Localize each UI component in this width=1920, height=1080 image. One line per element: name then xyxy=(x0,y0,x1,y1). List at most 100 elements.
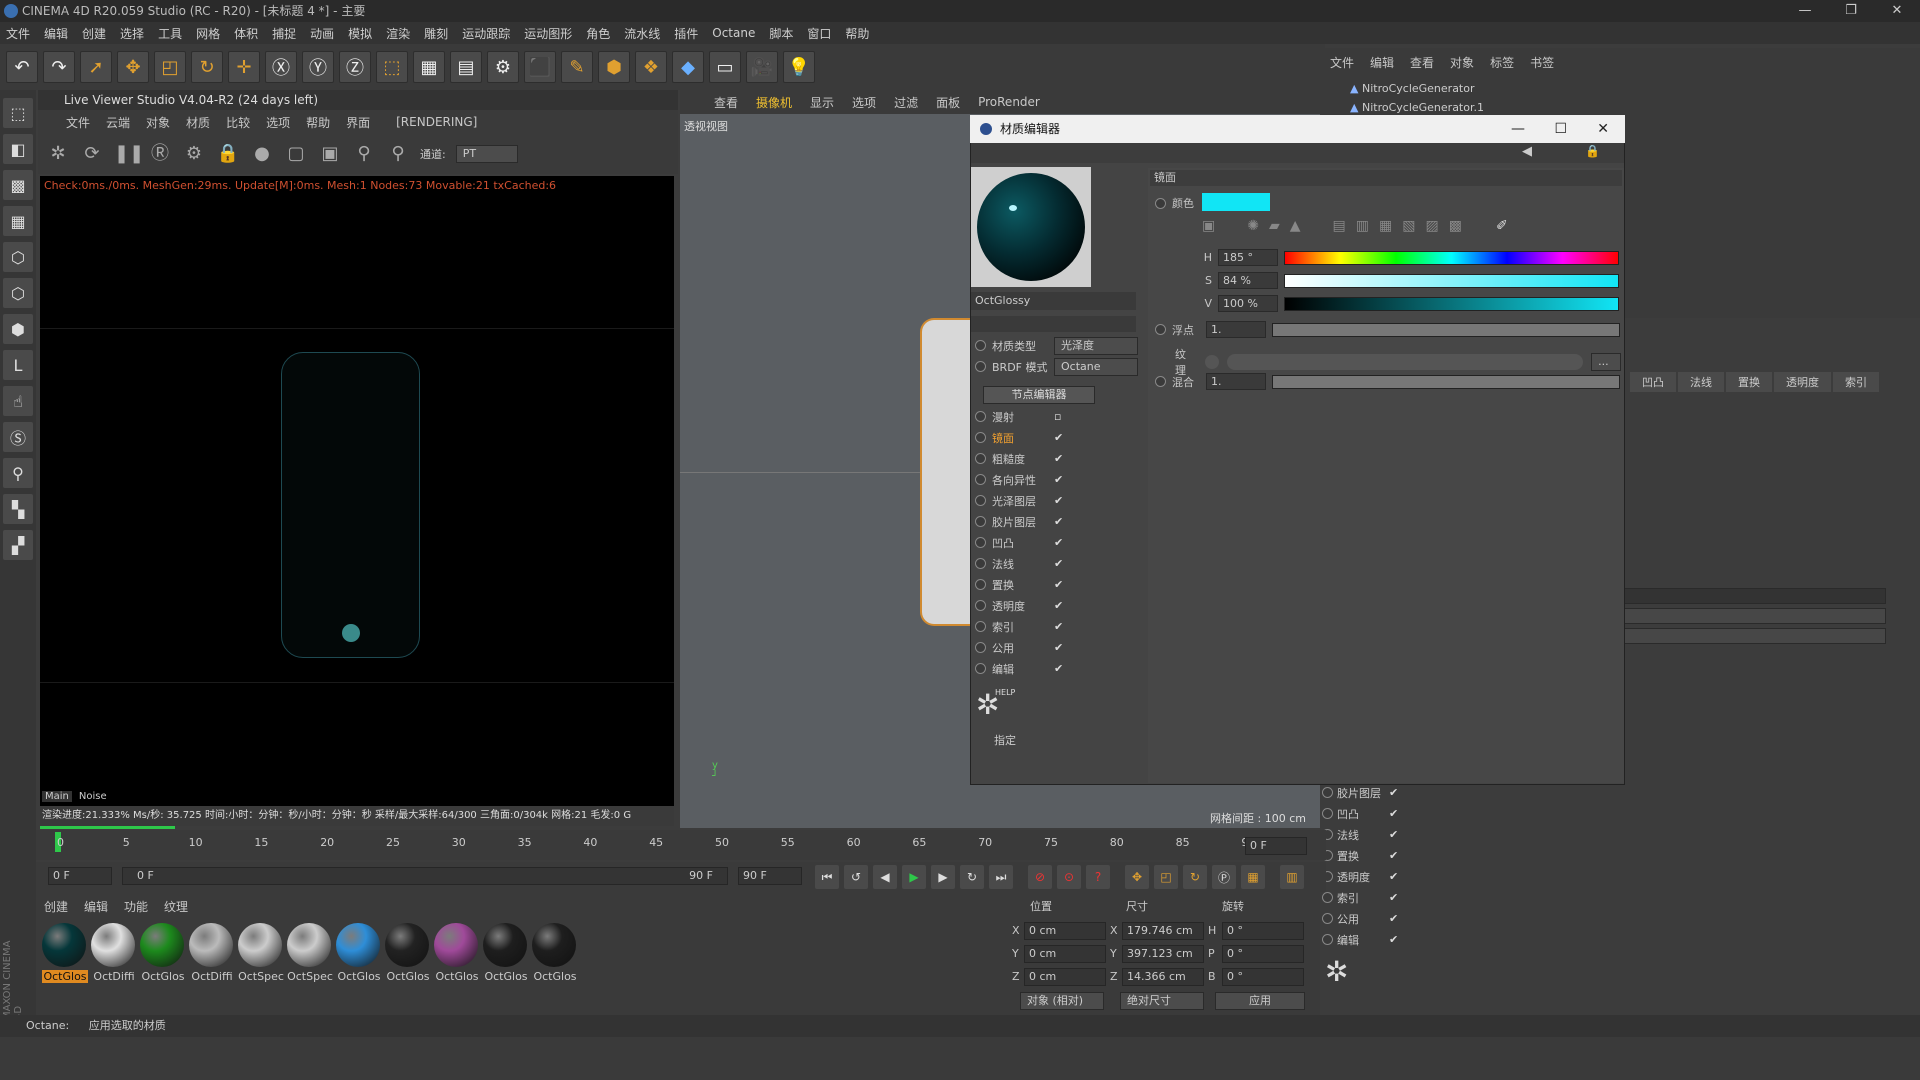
rotate-tool-icon[interactable]: ↻ xyxy=(191,51,223,83)
points-mode-icon[interactable]: ⬡ xyxy=(3,242,33,272)
play-icon[interactable]: ▶ xyxy=(902,865,926,889)
select-tool-icon[interactable]: ➚ xyxy=(80,51,112,83)
dialog-minimize-icon[interactable]: — xyxy=(1511,115,1525,143)
menu-volume[interactable]: 体积 xyxy=(234,25,258,42)
checkmark-icon[interactable]: ✔ xyxy=(1054,578,1066,591)
menu-select[interactable]: 选择 xyxy=(120,25,144,42)
kelvin-icon[interactable]: ▦ xyxy=(1379,218,1392,234)
mm-menu-edit[interactable]: 编辑 xyxy=(84,898,108,915)
radio[interactable] xyxy=(1322,934,1333,945)
autokey-icon[interactable]: ⊙ xyxy=(1057,865,1081,889)
menu-window[interactable]: 窗口 xyxy=(807,25,831,42)
checkmark-icon[interactable]: ✔ xyxy=(1389,870,1401,883)
menu-plugins[interactable]: 插件 xyxy=(674,25,698,42)
checkmark-icon[interactable]: ✔ xyxy=(1054,494,1066,507)
cube-primitive-icon[interactable]: ⬛ xyxy=(524,51,556,83)
h-value[interactable]: 185 ° xyxy=(1218,249,1278,266)
radio[interactable] xyxy=(975,474,986,485)
float-value[interactable]: 1. xyxy=(1206,321,1266,338)
record-key-icon[interactable]: ⊘ xyxy=(1028,865,1052,889)
material-swatch[interactable]: OctSpec xyxy=(287,923,333,983)
render-view-icon[interactable]: ▦ xyxy=(413,51,445,83)
menu-character[interactable]: 角色 xyxy=(586,25,610,42)
rgb-mode-icon[interactable]: ▤ xyxy=(1333,218,1346,234)
mix-value[interactable]: 1. xyxy=(1206,373,1266,390)
radio[interactable] xyxy=(1155,324,1166,335)
minimize-icon[interactable]: — xyxy=(1782,0,1828,22)
texture-mode-icon[interactable]: ▩ xyxy=(3,170,33,200)
radio[interactable] xyxy=(1155,376,1166,387)
material-channel-row[interactable]: 粗糙度 ✔ xyxy=(975,448,1066,469)
checkmark-icon[interactable]: ✔ xyxy=(1389,786,1401,799)
menu-render[interactable]: 渲染 xyxy=(386,25,410,42)
size-field[interactable]: 179.746 cm xyxy=(1122,922,1204,940)
mix-slider[interactable] xyxy=(1272,374,1620,389)
radio[interactable] xyxy=(975,411,986,422)
menu-file[interactable]: 文件 xyxy=(6,25,30,42)
array-icon[interactable]: ❖ xyxy=(635,51,667,83)
position-field[interactable]: 0 cm xyxy=(1024,945,1106,963)
lv-menu-compare[interactable]: 比较 xyxy=(226,114,250,131)
position-key-icon[interactable]: ✥ xyxy=(1125,865,1149,889)
assign-label[interactable]: 指定 xyxy=(994,732,1016,748)
checkmark-icon[interactable]: ✔ xyxy=(1054,662,1066,675)
attr-channel-row[interactable]: 法线 ✔ xyxy=(1322,824,1401,845)
lock-icon[interactable]: 🔒 xyxy=(1585,144,1600,158)
undo-icon[interactable]: ↶ xyxy=(6,51,38,83)
attr-tab-opacity[interactable]: 透明度 xyxy=(1774,372,1831,392)
om-menu-bookmarks[interactable]: 书签 xyxy=(1530,54,1554,71)
radio[interactable] xyxy=(1322,787,1333,798)
radio[interactable] xyxy=(975,516,986,527)
om-menu-file[interactable]: 文件 xyxy=(1330,54,1354,71)
material-channel-row[interactable]: 透明度 ✔ xyxy=(975,595,1066,616)
deformer-icon[interactable]: ◆ xyxy=(672,51,704,83)
hsv-mode-icon[interactable]: ▥ xyxy=(1356,218,1369,234)
lv-tab-noise[interactable]: Noise xyxy=(76,791,110,802)
edges-mode-icon[interactable]: ⬡ xyxy=(3,278,33,308)
vp-menu-panel[interactable]: 面板 xyxy=(936,94,960,111)
lock-icon[interactable]: 🔒 xyxy=(216,142,240,166)
menu-snap[interactable]: 捕捉 xyxy=(272,25,296,42)
lv-menu-interface[interactable]: 界面 xyxy=(346,114,370,131)
radio[interactable] xyxy=(975,495,986,506)
attr-tab-normal[interactable]: 法线 xyxy=(1678,372,1724,392)
render-settings-icon[interactable]: ⚙ xyxy=(487,51,519,83)
material-channel-row[interactable]: 法线 ✔ xyxy=(975,553,1066,574)
checkmark-icon[interactable]: ✔ xyxy=(1054,557,1066,570)
object-row[interactable]: ▲ NitroCycleGenerator xyxy=(1350,82,1475,95)
light-icon[interactable]: 💡 xyxy=(783,51,815,83)
timeline-ruler[interactable] xyxy=(36,830,1326,860)
material-preview[interactable] xyxy=(971,167,1091,287)
texture-arrow-icon[interactable] xyxy=(1204,355,1219,369)
om-menu-edit[interactable]: 编辑 xyxy=(1370,54,1394,71)
material-channel-row[interactable]: 编辑 ✔ xyxy=(975,658,1066,679)
lv-menu-file[interactable]: 文件 xyxy=(66,114,90,131)
attr-channel-row[interactable]: 透明度 ✔ xyxy=(1322,866,1401,887)
radio[interactable] xyxy=(1155,197,1166,209)
checkmark-icon[interactable]: ✔ xyxy=(1054,515,1066,528)
material-type-select[interactable]: 光泽度 xyxy=(1054,336,1138,355)
menu-octane[interactable]: Octane xyxy=(712,26,755,40)
color-wheel-icon[interactable]: ▣ xyxy=(1202,218,1215,234)
subdivision-icon[interactable]: ⬢ xyxy=(598,51,630,83)
material-swatch[interactable]: OctGlos xyxy=(483,923,529,983)
saturation-slider[interactable] xyxy=(1284,273,1619,288)
material-channel-row[interactable]: 置换 ✔ xyxy=(975,574,1066,595)
om-menu-tags[interactable]: 标签 xyxy=(1490,54,1514,71)
eyedropper-icon[interactable]: ✐ xyxy=(1496,218,1508,234)
next-key-icon[interactable]: ↻ xyxy=(960,865,984,889)
menu-animate[interactable]: 动画 xyxy=(310,25,334,42)
radio[interactable] xyxy=(975,432,986,443)
image-icon[interactable]: ▲ xyxy=(1290,218,1301,234)
radio[interactable] xyxy=(975,340,986,351)
v-value[interactable]: 100 % xyxy=(1218,295,1278,312)
lv-tab-main[interactable]: Main xyxy=(42,791,72,802)
material-swatch[interactable]: OctDiffi xyxy=(91,923,137,983)
radio[interactable] xyxy=(975,642,986,653)
keyframe-selection-icon[interactable]: ? xyxy=(1086,865,1110,889)
lv-menu-objects[interactable]: 对象 xyxy=(146,114,170,131)
checkmark-icon[interactable]: ✔ xyxy=(1054,536,1066,549)
menu-pipeline[interactable]: 流水线 xyxy=(624,25,660,42)
s-value[interactable]: 84 % xyxy=(1218,272,1278,289)
material-swatch[interactable]: OctGlos xyxy=(336,923,382,983)
